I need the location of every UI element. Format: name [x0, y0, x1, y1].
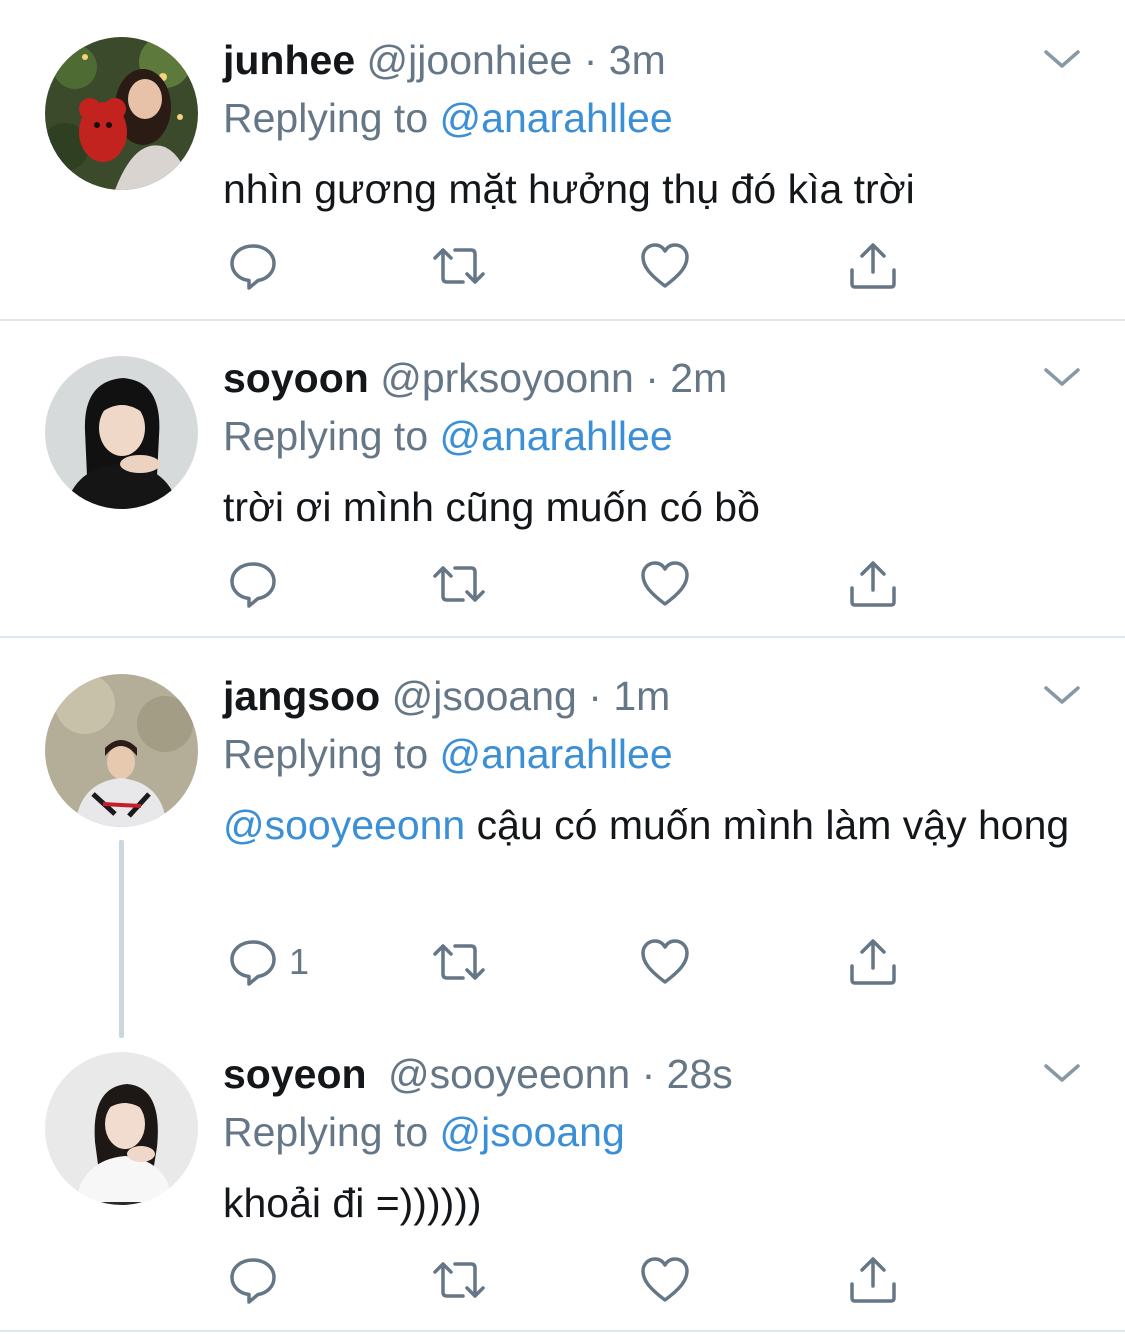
- tweet-actions: 1: [223, 934, 923, 994]
- tweet-text-content: khoải đi =)))))): [223, 1180, 482, 1226]
- retweet-icon: [433, 1262, 485, 1298]
- retweet-icon: [433, 248, 485, 284]
- replying-to-link[interactable]: @jsooang: [440, 1109, 625, 1155]
- share-button[interactable]: [847, 934, 899, 990]
- tweet-actions: [223, 556, 923, 616]
- avatar[interactable]: [45, 674, 198, 827]
- display-name[interactable]: soyoon: [223, 355, 369, 401]
- reply-icon: [230, 562, 276, 608]
- replying-to: Replying to @anarahllee: [223, 412, 673, 460]
- like-button[interactable]: [639, 1252, 691, 1308]
- reply-button[interactable]: [227, 238, 289, 294]
- timestamp[interactable]: 28s: [667, 1051, 733, 1097]
- tweet-actions: [223, 1252, 923, 1312]
- mention-link[interactable]: @sooyeeonn: [223, 802, 465, 848]
- retweet-button[interactable]: [429, 934, 489, 990]
- share-icon: [850, 939, 896, 985]
- heart-icon: [641, 243, 689, 288]
- tweet-actions: [223, 238, 923, 298]
- display-name[interactable]: soyeon: [223, 1051, 367, 1097]
- user-handle[interactable]: @sooyeeonn: [388, 1051, 630, 1097]
- reply-icon: [230, 244, 276, 290]
- replying-to: Replying to @jsooang: [223, 1108, 625, 1156]
- avatar[interactable]: [45, 356, 198, 509]
- tweet-header: soyoon @prksoyoonn · 2m: [223, 354, 727, 402]
- replying-label: Replying to: [223, 731, 429, 777]
- tweet-header: junhee @jjoonhiee · 3m: [223, 36, 666, 84]
- reply-icon: [230, 1258, 276, 1304]
- like-button[interactable]: [639, 934, 691, 990]
- avatar[interactable]: [45, 37, 198, 190]
- replying-label: Replying to: [223, 413, 429, 459]
- replying-to-link[interactable]: @anarahllee: [440, 731, 673, 777]
- divider: [0, 1330, 1125, 1332]
- replying-label: Replying to: [223, 1109, 429, 1155]
- tweet-header: jangsoo @jsooang · 1m: [223, 672, 670, 720]
- user-handle[interactable]: @prksoyoonn: [380, 355, 634, 401]
- timestamp[interactable]: 1m: [613, 673, 670, 719]
- avatar[interactable]: [45, 1052, 198, 1205]
- tweet-text: @sooyeeonn cậu có muốn mình làm vậy hong: [223, 796, 1083, 854]
- tweet-text-content: trời ơi mình cũng muốn có bồ: [223, 484, 760, 530]
- display-name[interactable]: jangsoo: [223, 673, 380, 719]
- reply-count: 1: [289, 941, 310, 982]
- tweet-soyoon[interactable]: soyoon @prksoyoonn · 2m Replying to @ana…: [0, 321, 1125, 637]
- replying-to: Replying to @anarahllee: [223, 94, 673, 142]
- chevron-down-icon[interactable]: [1040, 1058, 1084, 1088]
- separator-dot: ·: [645, 355, 659, 401]
- share-button[interactable]: [847, 1252, 899, 1308]
- replying-label: Replying to: [223, 95, 429, 141]
- retweet-button[interactable]: [429, 556, 489, 612]
- retweet-icon: [433, 566, 485, 602]
- like-button[interactable]: [639, 238, 691, 294]
- heart-icon: [641, 939, 689, 984]
- separator-dot: ·: [588, 673, 602, 719]
- tweet-junhee[interactable]: junhee @jjoonhiee · 3m Replying to @anar…: [0, 0, 1125, 320]
- like-button[interactable]: [639, 556, 691, 612]
- share-icon: [850, 243, 896, 289]
- display-name[interactable]: junhee: [223, 37, 355, 83]
- replying-to-link[interactable]: @anarahllee: [440, 95, 673, 141]
- heart-icon: [641, 1257, 689, 1302]
- tweet-text: khoải đi =)))))): [223, 1174, 1083, 1232]
- user-handle[interactable]: @jsooang: [392, 673, 577, 719]
- timestamp[interactable]: 3m: [609, 37, 666, 83]
- separator-dot: ·: [641, 1051, 656, 1097]
- replying-to: Replying to @anarahllee: [223, 730, 673, 778]
- heart-icon: [641, 561, 689, 606]
- separator-dot: ·: [583, 37, 598, 83]
- share-icon: [850, 561, 896, 607]
- retweet-button[interactable]: [429, 1252, 489, 1308]
- share-button[interactable]: [847, 556, 899, 612]
- tweet-text-content: nhìn gương mặt hưởng thụ đó kìa trời: [223, 166, 915, 212]
- tweet-soyeon[interactable]: soyeon @sooyeeonn · 28s Replying to @jso…: [0, 1030, 1125, 1330]
- user-handle[interactable]: @jjoonhiee: [367, 37, 573, 83]
- retweet-icon: [433, 944, 485, 980]
- tweet-text: trời ơi mình cũng muốn có bồ: [223, 478, 1083, 536]
- tweet-jangsoo[interactable]: jangsoo @jsooang · 1m Replying to @anara…: [0, 638, 1125, 1028]
- reply-button[interactable]: 1: [227, 934, 309, 990]
- replying-to-link[interactable]: @anarahllee: [440, 413, 673, 459]
- reply-icon: [230, 940, 276, 986]
- reply-button[interactable]: [227, 556, 289, 612]
- share-icon: [850, 1257, 896, 1303]
- timestamp[interactable]: 2m: [670, 355, 727, 401]
- tweet-header: soyeon @sooyeeonn · 28s: [223, 1050, 733, 1098]
- chevron-down-icon[interactable]: [1040, 362, 1084, 392]
- tweet-text-content: cậu có muốn mình làm vậy hong: [465, 802, 1070, 848]
- chevron-down-icon[interactable]: [1040, 680, 1084, 710]
- share-button[interactable]: [847, 238, 899, 294]
- chevron-down-icon[interactable]: [1040, 44, 1084, 74]
- tweet-text: nhìn gương mặt hưởng thụ đó kìa trời: [223, 160, 1083, 218]
- retweet-button[interactable]: [429, 238, 489, 294]
- reply-button[interactable]: [227, 1252, 289, 1308]
